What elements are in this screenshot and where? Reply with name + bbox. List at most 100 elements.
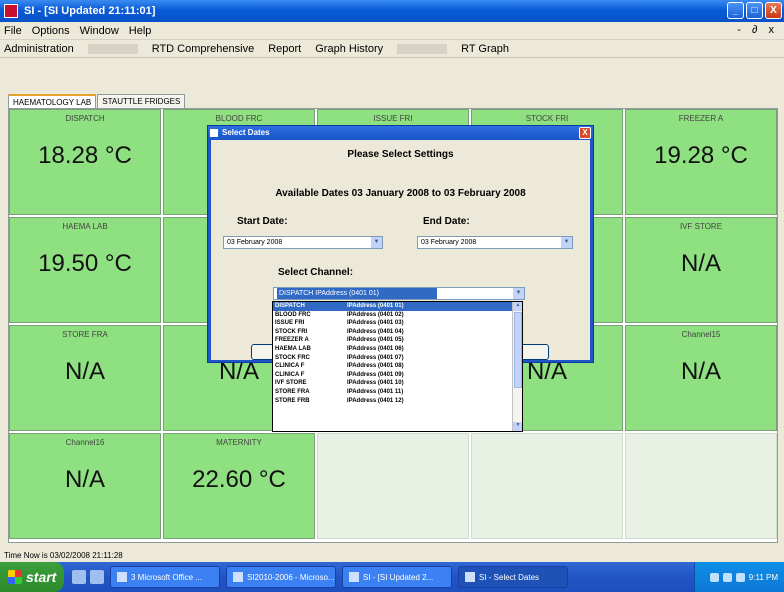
- browser-icon[interactable]: [90, 570, 104, 584]
- channel-temperature: N/A: [680, 358, 721, 385]
- channel-tile[interactable]: Channel15 N/A: [625, 325, 777, 431]
- channel-tile[interactable]: HAEMA LAB 19.50 °C: [9, 217, 161, 323]
- scrollbar-thumb[interactable]: [514, 312, 522, 388]
- taskbar-button[interactable]: SI - [SI Updated 2...: [342, 566, 452, 588]
- option-channel-name: CLINICA F: [275, 371, 305, 378]
- option-ip-address: IPAddress (0401 11): [347, 388, 404, 395]
- channel-tile[interactable]: [317, 433, 469, 539]
- option-channel-name: DISPATCH: [275, 303, 305, 309]
- channel-name: MATERNITY: [216, 438, 262, 447]
- channel-tile[interactable]: STORE FRA N/A: [9, 325, 161, 431]
- menu-window[interactable]: Window: [80, 25, 119, 37]
- start-button[interactable]: start: [0, 562, 64, 592]
- option-ip-address: IPAddress (0401 03): [347, 320, 404, 327]
- title-bar: SI - [SI Updated 21:11:01] _ □ X: [0, 0, 784, 22]
- channel-select[interactable]: DISPATCH IPAddress (0401 01) ▼: [273, 287, 525, 300]
- menu-options[interactable]: Options: [32, 25, 70, 37]
- option-ip-address: IPAddress (0401 12): [347, 397, 404, 404]
- end-date-picker[interactable]: 03 February 2008 ▼: [417, 236, 573, 249]
- option-channel-name: STORE FRA: [275, 388, 310, 395]
- option-channel-name: STOCK FRI: [275, 328, 308, 335]
- option-channel-name: IVF STORE: [275, 380, 307, 387]
- toolbar-rtd-comprehensive[interactable]: RTD Comprehensive: [152, 43, 255, 55]
- toolbar-graph-history[interactable]: Graph History: [315, 43, 383, 55]
- option-channel-name: BLOOD FRC: [275, 311, 311, 318]
- scroll-up-icon[interactable]: ▲: [513, 302, 522, 311]
- window-icon: [233, 572, 243, 582]
- tray-icon[interactable]: [709, 572, 719, 582]
- dialog-close-button[interactable]: X: [579, 127, 591, 139]
- mdi-controls[interactable]: - ∂ x: [737, 24, 778, 36]
- menu-help[interactable]: Help: [129, 25, 152, 37]
- minimize-button[interactable]: _: [727, 2, 744, 19]
- app-icon: [4, 4, 18, 18]
- dropdown-option[interactable]: ISSUE FRI IPAddress (0401 03): [273, 319, 513, 328]
- dropdown-option[interactable]: CLINICA F IPAddress (0401 09): [273, 371, 513, 380]
- tab-strip: HAEMATOLOGY LAB STAUTTLE FRIDGES: [8, 94, 186, 108]
- channel-temperature: 19.28 °C: [654, 142, 748, 169]
- channel-tile[interactable]: FREEZER A 19.28 °C: [625, 109, 777, 215]
- system-tray: 9:11 PM: [694, 562, 784, 592]
- channel-dropdown-list[interactable]: ▲ ▼ DISPATCH IPAddress (0401 01) BLOOD FRC…: [272, 301, 523, 432]
- channel-name: HAEMA LAB: [62, 222, 108, 231]
- dropdown-option[interactable]: FREEZER A IPAddress (0401 05): [273, 336, 513, 345]
- toolbar-report[interactable]: Report: [268, 43, 301, 55]
- channel-tile[interactable]: IVF STORE N/A: [625, 217, 777, 323]
- toolbar-administration[interactable]: Administration: [4, 43, 74, 55]
- option-ip-address: IPAddress (0401 09): [347, 371, 404, 378]
- taskbar-button[interactable]: 3 Microsoft Office ...: [110, 566, 220, 588]
- window-icon: [117, 572, 127, 582]
- dropdown-option[interactable]: STOCK FRI IPAddress (0401 04): [273, 328, 513, 337]
- channel-tile[interactable]: [625, 433, 777, 539]
- start-date-picker[interactable]: 03 February 2008 ▼: [223, 236, 383, 249]
- dropdown-option[interactable]: STORE FRB IPAddress (0401 12): [273, 397, 513, 406]
- taskbar-button-label: SI - [SI Updated 2...: [363, 572, 434, 582]
- dropdown-option[interactable]: STOCK FRC IPAddress (0401 07): [273, 354, 513, 363]
- tray-icon[interactable]: [735, 572, 745, 582]
- toolbar-rt-graph[interactable]: RT Graph: [461, 43, 509, 55]
- dropdown-scrollbar[interactable]: ▲ ▼: [512, 302, 522, 431]
- taskbar-button[interactable]: SI2010-2006 - Microso...: [226, 566, 336, 588]
- taskbar-button[interactable]: SI - Select Dates: [458, 566, 568, 588]
- window-title: SI - [SI Updated 21:11:01]: [24, 5, 156, 17]
- dialog-icon: [210, 129, 218, 137]
- dropdown-option[interactable]: IVF STORE IPAddress (0401 10): [273, 379, 513, 388]
- chevron-down-icon[interactable]: ▼: [561, 237, 572, 248]
- workspace-background: [0, 59, 784, 94]
- channel-name: STOCK FRI: [525, 114, 569, 123]
- dropdown-option-selected[interactable]: DISPATCH IPAddress (0401 01): [273, 302, 513, 311]
- option-ip-address: IPAddress (0401 07): [347, 354, 404, 361]
- maximize-button[interactable]: □: [746, 2, 763, 19]
- option-ip-address: IPAddress (0401 01): [347, 303, 404, 309]
- close-button[interactable]: X: [765, 2, 782, 19]
- channel-tile[interactable]: DISPATCH 18.28 °C: [9, 109, 161, 215]
- tray-icon[interactable]: [722, 572, 732, 582]
- channel-name: DISPATCH: [65, 114, 105, 123]
- window-icon: [349, 572, 359, 582]
- channel-tile[interactable]: [471, 433, 623, 539]
- channel-name: FREEZER A: [678, 114, 724, 123]
- tab-haematology-lab[interactable]: HAEMATOLOGY LAB: [8, 94, 97, 108]
- dropdown-option[interactable]: HAEMA LAB IPAddress (0401 06): [273, 345, 513, 354]
- dialog-title-bar: Select Dates X: [208, 126, 593, 140]
- option-ip-address: IPAddress (0401 04): [347, 328, 404, 335]
- menu-file[interactable]: File: [4, 25, 22, 37]
- channel-tile[interactable]: MATERNITY 22.60 °C: [163, 433, 315, 539]
- scroll-down-icon[interactable]: ▼: [513, 422, 522, 431]
- option-ip-address: IPAddress (0401 10): [347, 380, 404, 387]
- option-channel-name: STOCK FRC: [275, 354, 310, 361]
- chevron-down-icon[interactable]: ▼: [513, 288, 524, 299]
- tab-stauttle-fridges[interactable]: STAUTTLE FRIDGES: [97, 94, 186, 108]
- show-desktop-icon[interactable]: [72, 570, 86, 584]
- channel-temperature: 18.28 °C: [38, 142, 132, 169]
- dropdown-option[interactable]: CLINICA F IPAddress (0401 08): [273, 362, 513, 371]
- chevron-down-icon[interactable]: ▼: [371, 237, 382, 248]
- clock[interactable]: 9:11 PM: [749, 573, 778, 582]
- start-date-label: Start Date:: [237, 216, 288, 227]
- start-label: start: [26, 569, 57, 585]
- select-channel-label: Select Channel:: [278, 267, 354, 278]
- dropdown-option[interactable]: BLOOD FRC IPAddress (0401 02): [273, 311, 513, 320]
- dropdown-option[interactable]: STORE FRA IPAddress (0401 11): [273, 388, 513, 397]
- channel-tile[interactable]: Channel16 N/A: [9, 433, 161, 539]
- option-ip-address: IPAddress (0401 06): [347, 345, 404, 352]
